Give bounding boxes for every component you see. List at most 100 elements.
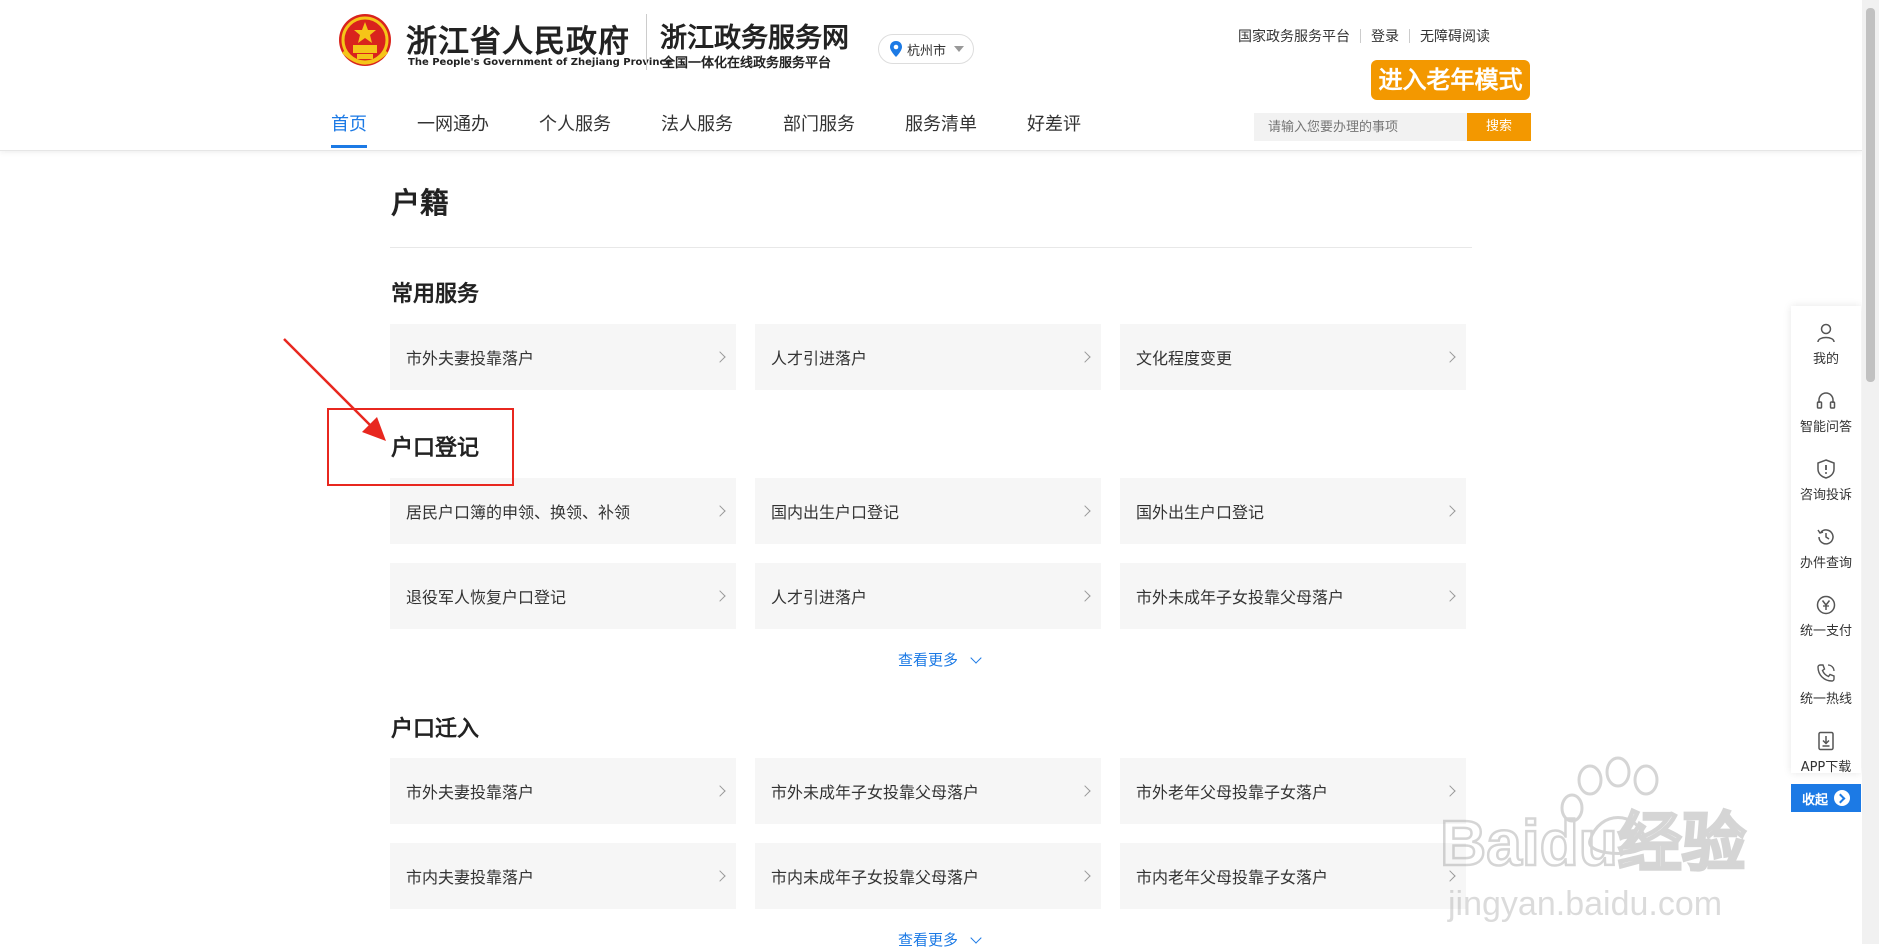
service-card-label: 市外夫妻投靠落户	[406, 349, 535, 368]
site-name[interactable]: 浙江政务服务网	[660, 16, 849, 55]
service-card[interactable]: 国外出生户口登记	[1120, 478, 1466, 544]
chevron-right-icon	[1444, 590, 1456, 602]
sidebar-item-label: 办件查询	[1799, 556, 1852, 571]
arrow-right-icon	[1834, 790, 1850, 806]
search-input[interactable]	[1254, 113, 1468, 141]
sidebar-item-label: 咨询投诉	[1799, 488, 1852, 503]
floating-sidebar: 我的 智能问答 咨询投诉 办件查询 统一支付 统一热线 APP下载	[1791, 306, 1861, 775]
nav-item-rating[interactable]: 好差评	[1027, 110, 1081, 148]
sidebar-item-label: 我的	[1812, 352, 1839, 367]
chevron-right-icon	[714, 785, 726, 797]
service-card[interactable]: 市内夫妻投靠落户	[390, 843, 736, 909]
nav-item-one-stop[interactable]: 一网通办	[417, 110, 489, 148]
service-card[interactable]: 市外夫妻投靠落户	[390, 324, 736, 390]
headset-icon	[1816, 392, 1836, 409]
title-divider	[390, 247, 1472, 248]
service-card[interactable]: 市外未成年子女投靠父母落户	[755, 758, 1101, 824]
sidebar-item-complaint[interactable]: 咨询投诉	[1791, 448, 1861, 514]
link-divider	[1360, 29, 1361, 43]
service-card[interactable]: 退役军人恢复户口登记	[390, 563, 736, 629]
service-card[interactable]: 居民户口簿的申领、换领、补领	[390, 478, 736, 544]
sidebar-item-payment[interactable]: 统一支付	[1791, 584, 1861, 650]
scrollbar-thumb[interactable]	[1866, 8, 1875, 382]
chevron-down-icon	[970, 931, 982, 944]
page-title: 户籍	[391, 186, 450, 220]
service-card-label: 市外未成年子女投靠父母落户	[771, 783, 980, 802]
sidebar-item-mine[interactable]: 我的	[1791, 312, 1861, 378]
sidebar-item-label: 统一支付	[1799, 624, 1852, 639]
service-card[interactable]: 市内老年父母投靠子女落户	[1120, 843, 1466, 909]
chevron-right-icon	[1079, 590, 1091, 602]
sidebar-item-app-download[interactable]: APP下载	[1791, 720, 1861, 786]
service-card-label: 市外未成年子女投靠父母落户	[1136, 588, 1345, 607]
service-card-label: 国外出生户口登记	[1136, 503, 1265, 522]
sidebar-item-case-query[interactable]: 办件查询	[1791, 516, 1861, 582]
service-card[interactable]: 市外夫妻投靠落户	[390, 758, 736, 824]
watermark-brand: Baidu经验	[1440, 807, 1746, 879]
service-card-label: 退役军人恢复户口登记	[406, 588, 567, 607]
sidebar-item-hotline[interactable]: 统一热线	[1791, 652, 1861, 718]
service-card[interactable]: 市内未成年子女投靠父母落户	[755, 843, 1101, 909]
top-links: 国家政务服务平台 登录 无障碍阅读	[1238, 26, 1490, 46]
nav-item-service-list[interactable]: 服务清单	[905, 110, 977, 148]
service-card[interactable]: 人才引进落户	[755, 324, 1101, 390]
baidu-watermark-logo: Baidu经验 jingyan.baidu.com	[1440, 756, 1747, 923]
sidebar-collapse-button[interactable]: 收起	[1791, 784, 1861, 812]
chevron-right-icon	[714, 505, 726, 517]
watermark-url: jingyan.baidu.com	[1447, 885, 1722, 923]
service-card-label: 市外老年父母投靠子女落户	[1136, 783, 1329, 802]
section-title-migration-in: 户口迁入	[391, 717, 480, 742]
user-icon	[1817, 323, 1835, 343]
city-select[interactable]: 杭州市	[878, 34, 974, 64]
page-scrollbar[interactable]	[1862, 0, 1879, 944]
nav-item-department[interactable]: 部门服务	[783, 110, 855, 148]
nav-item-personal[interactable]: 个人服务	[539, 110, 611, 148]
service-card-label: 市内未成年子女投靠父母落户	[771, 868, 980, 887]
gov-name-en: The People's Government of Zhejiang Prov…	[408, 57, 673, 68]
phone-icon	[1817, 664, 1835, 682]
search-button[interactable]: 搜索	[1467, 113, 1531, 141]
service-card-label: 文化程度变更	[1136, 349, 1233, 368]
history-icon	[1817, 529, 1834, 545]
yen-icon	[1816, 595, 1836, 615]
login-link[interactable]: 登录	[1371, 26, 1399, 46]
service-card-label: 市内老年父母投靠子女落户	[1136, 868, 1329, 887]
view-more-label: 查看更多	[898, 651, 959, 669]
chevron-right-icon	[1444, 505, 1456, 517]
service-card-label: 人才引进落户	[771, 349, 868, 368]
header-divider	[646, 14, 647, 70]
national-platform-link[interactable]: 国家政务服务平台	[1238, 26, 1350, 46]
accessibility-link[interactable]: 无障碍阅读	[1420, 26, 1490, 46]
service-card-label: 居民户口簿的申领、换领、补领	[406, 503, 631, 522]
nav-item-corporate[interactable]: 法人服务	[661, 110, 733, 148]
site-header: 浙江省人民政府 The People's Government of Zheji…	[0, 0, 1862, 151]
site-subtitle: 全国一体化在线政务服务平台	[662, 56, 832, 71]
service-card[interactable]: 文化程度变更	[1120, 324, 1466, 390]
chevron-right-icon	[714, 870, 726, 882]
view-more-link[interactable]: 查看更多	[898, 649, 982, 670]
sidebar-item-label: 统一热线	[1799, 692, 1852, 707]
annotation-arrow-icon	[283, 338, 386, 441]
service-card[interactable]: 市外未成年子女投靠父母落户	[1120, 563, 1466, 629]
sidebar-item-smart-qa[interactable]: 智能问答	[1791, 380, 1861, 446]
collapse-label: 收起	[1801, 792, 1828, 808]
chevron-down-icon	[954, 46, 965, 52]
view-more-link[interactable]: 查看更多	[898, 929, 982, 950]
chevron-right-icon	[1079, 785, 1091, 797]
download-icon	[1818, 731, 1834, 751]
chevron-right-icon	[1079, 505, 1091, 517]
main-nav: 首页 一网通办 个人服务 法人服务 部门服务 服务清单 好差评	[331, 110, 1131, 148]
sidebar-item-label: 智能问答	[1799, 420, 1852, 435]
elder-mode-button[interactable]: 进入老年模式	[1371, 60, 1530, 100]
chevron-right-icon	[1444, 351, 1456, 363]
shield-alert-icon	[1817, 459, 1835, 479]
chevron-right-icon	[714, 351, 726, 363]
service-card[interactable]: 人才引进落户	[755, 563, 1101, 629]
view-more-label: 查看更多	[898, 931, 959, 949]
section-title-common: 常用服务	[391, 282, 480, 307]
service-card[interactable]: 市外老年父母投靠子女落户	[1120, 758, 1466, 824]
chevron-right-icon	[1444, 785, 1456, 797]
service-card-label: 市外夫妻投靠落户	[406, 783, 535, 802]
service-card[interactable]: 国内出生户口登记	[755, 478, 1101, 544]
nav-item-home[interactable]: 首页	[331, 110, 367, 148]
